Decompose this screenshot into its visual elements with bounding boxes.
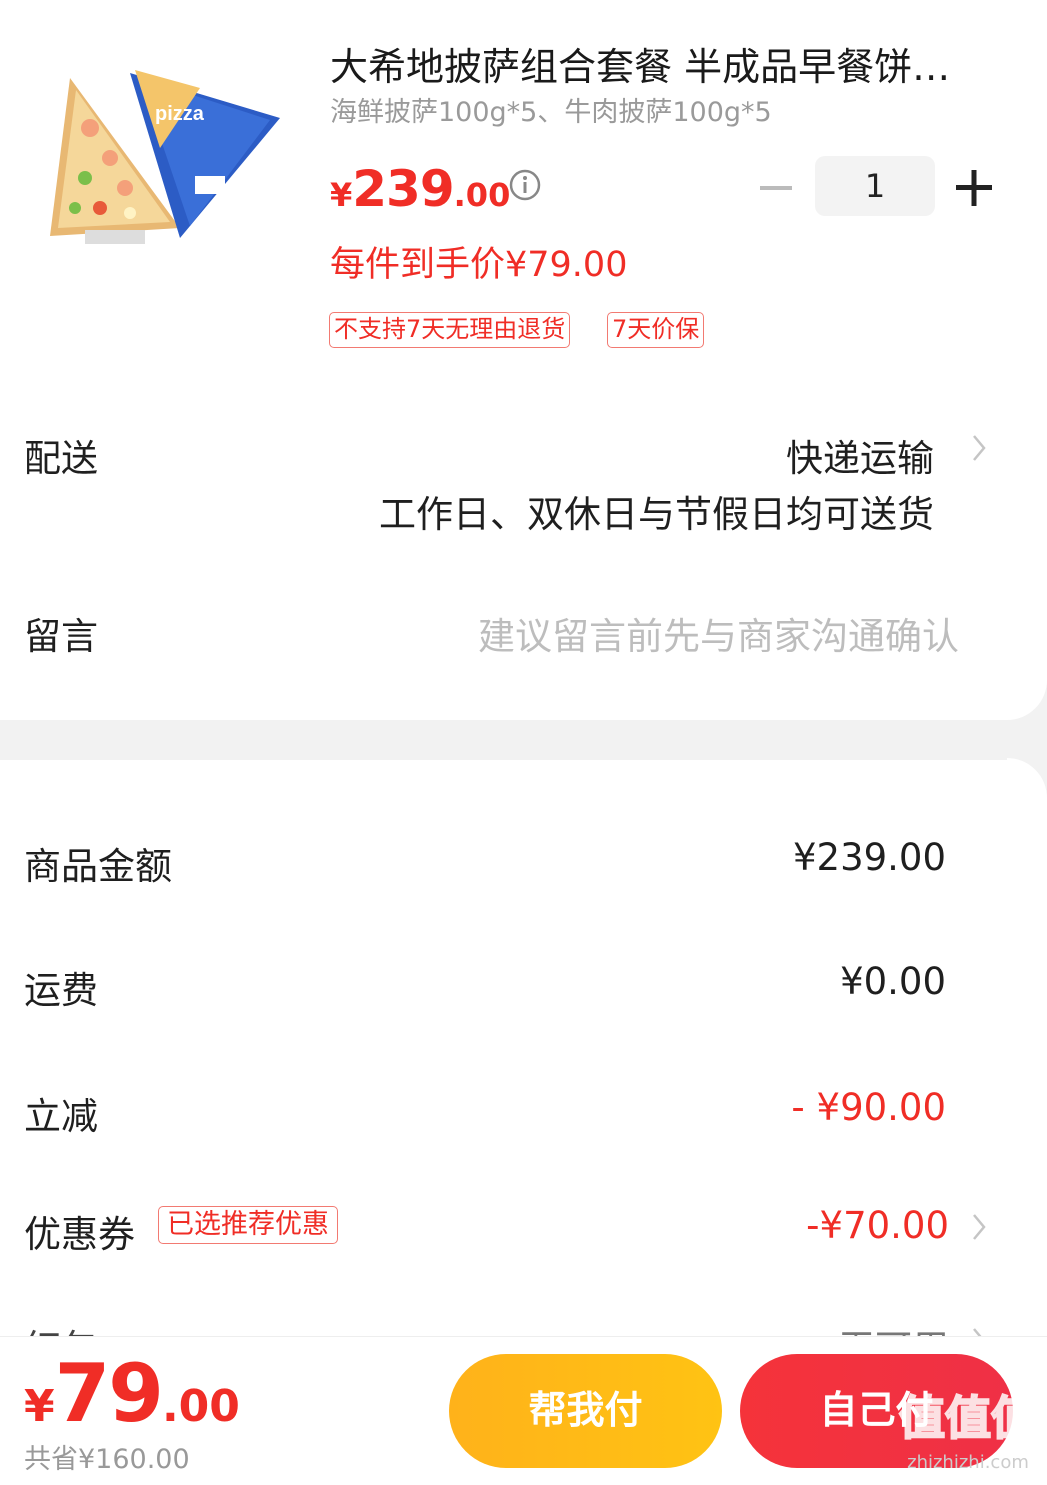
- product-spec: 海鲜披萨100g*5、牛肉披萨100g*5: [330, 97, 772, 128]
- card-corner: [1007, 758, 1047, 798]
- total-decimal: .00: [161, 1381, 240, 1432]
- price-decimal: .00: [453, 176, 511, 214]
- help-pay-button[interactable]: 帮我付: [449, 1354, 722, 1468]
- plus-icon[interactable]: [954, 168, 994, 208]
- section-divider: [0, 720, 1047, 760]
- message-label: 留言: [24, 615, 98, 658]
- shipping-note: 工作日、双休日与节假日均可送货: [379, 493, 934, 536]
- message-input[interactable]: 建议留言前先与商家沟通确认: [478, 606, 959, 660]
- price-currency: ¥: [330, 176, 353, 214]
- chevron-right-icon[interactable]: [970, 433, 988, 463]
- minus-icon[interactable]: [758, 170, 794, 206]
- product-price: ¥239.00: [330, 160, 510, 218]
- total-price: ¥79.00: [24, 1347, 240, 1440]
- product-image-label: pizza: [155, 103, 205, 125]
- price-integer: 239: [352, 160, 454, 218]
- product-image[interactable]: pizza: [30, 58, 292, 268]
- watermark-logo: 值值值 zhizhizhi.com: [898, 1390, 1038, 1473]
- discount-label: 立减: [24, 1095, 98, 1138]
- watermark-text: 值值值: [899, 1391, 1037, 1445]
- goods-amount-label: 商品金额: [24, 845, 172, 888]
- shipping-method[interactable]: 快递运输: [786, 428, 934, 482]
- chevron-right-icon[interactable]: [970, 1212, 988, 1242]
- freight-value: ¥0.00: [840, 960, 946, 1003]
- shipping-label: 配送: [24, 437, 98, 480]
- no-return-tag: 不支持7天无理由退货: [329, 312, 571, 348]
- freight-label: 运费: [24, 969, 98, 1012]
- product-title[interactable]: 大希地披萨组合套餐 半成品早餐饼…: [330, 36, 970, 91]
- checkout-bar: ¥79.00 共省¥160.00 帮我付 自己付: [0, 1336, 1047, 1485]
- coupon-tag: 已选推荐优惠: [158, 1206, 338, 1244]
- goods-amount-value: ¥239.00: [792, 836, 946, 879]
- discount-value: - ¥90.00: [791, 1086, 946, 1129]
- watermark-url: zhizhizhi.com: [907, 1452, 1029, 1473]
- quantity-input[interactable]: 1: [815, 156, 935, 216]
- coupon-label: 优惠券: [24, 1213, 135, 1256]
- info-icon[interactable]: [508, 168, 542, 202]
- price-protect-tag: 7天价保: [607, 312, 705, 348]
- card-corner: [1007, 680, 1047, 720]
- saved-amount: 共省¥160.00: [24, 1444, 190, 1475]
- total-currency: ¥: [24, 1381, 55, 1432]
- coupon-value[interactable]: -¥70.00: [806, 1204, 949, 1247]
- unit-price: 每件到手价¥79.00: [330, 245, 628, 285]
- total-integer: 79: [54, 1347, 164, 1440]
